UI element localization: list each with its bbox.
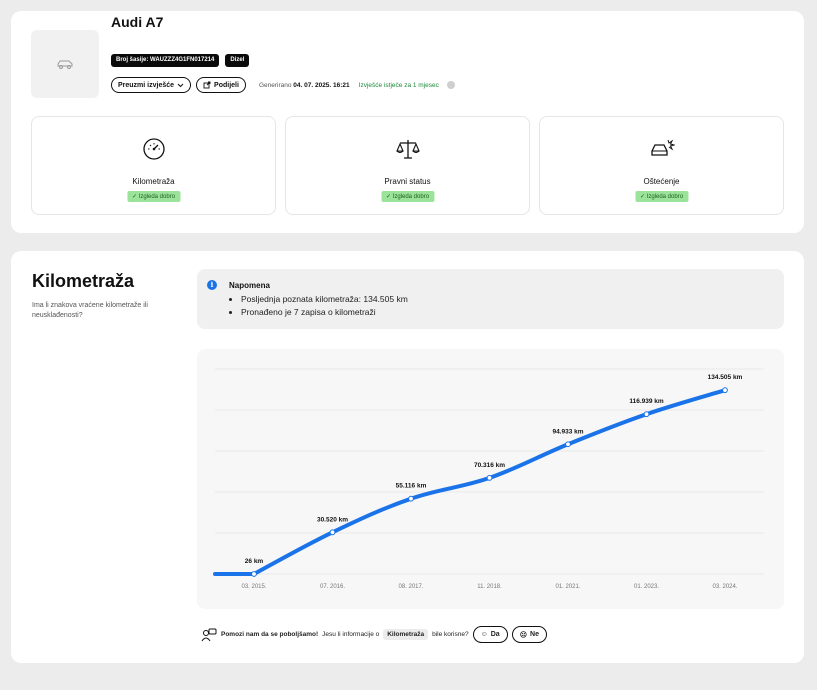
feedback-prompt: Pomozi nam da se poboljšamo! xyxy=(221,631,319,638)
download-report-button[interactable]: Preuzmi izvješće xyxy=(111,77,192,93)
share-button[interactable]: Podijeli xyxy=(196,77,246,93)
generated-prefix: Generirano xyxy=(258,81,292,89)
vin-badge: Broj šasije: WAUZZZ4G1FN017214 xyxy=(111,54,220,67)
series-line xyxy=(213,388,727,576)
feedback-yes-label: Da xyxy=(490,631,500,638)
note-item: Posljednja poznata kilometraža: 134.505 … xyxy=(241,293,408,306)
expiry-text: Izvješće istječe za 1 mjesec xyxy=(358,81,439,89)
stat-label-damage: Oštećenje xyxy=(643,177,680,186)
mileage-section: Kilometraža Ima li znakova vraćene kilom… xyxy=(11,251,804,663)
note-box: i Napomena Posljednja poznata kilometraž… xyxy=(197,269,784,329)
feedback-tag: Kilometraža xyxy=(383,629,429,640)
data-label: 70.316 km xyxy=(474,462,505,469)
note-title: Napomena xyxy=(229,281,270,290)
data-point[interactable] xyxy=(329,529,336,536)
generated-date: 04. 07. 2025. 16:21 xyxy=(293,81,350,89)
data-point[interactable] xyxy=(408,495,414,502)
stat-card-mileage[interactable]: Kilometraža ✓ Izgleda dobro xyxy=(31,116,276,215)
vehicle-title: Audi A7 xyxy=(111,14,164,30)
data-label: 30.520 km xyxy=(317,516,348,523)
section-title: Kilometraža xyxy=(32,271,135,291)
data-point[interactable] xyxy=(565,441,571,448)
feedback-no-label: Ne xyxy=(530,631,539,638)
frown-icon: ☹ xyxy=(519,631,528,639)
data-label: 26 km xyxy=(245,558,264,565)
x-tick-label: 01. 2023. xyxy=(634,584,659,590)
speedometer-icon xyxy=(142,138,165,160)
note-list: Posljednja poznata kilometraža: 134.505 … xyxy=(241,293,408,319)
data-label: 134.505 km xyxy=(708,374,743,381)
download-report-label: Preuzmi izvješće xyxy=(118,81,175,89)
data-point[interactable] xyxy=(486,475,493,481)
x-tick-label: 11. 2018. xyxy=(477,584,502,590)
stat-card-damage[interactable]: Oštećenje ✓ Izgleda dobro xyxy=(539,116,784,215)
stat-label-mileage: Kilometraža xyxy=(132,177,175,186)
report-header-card: Audi A7 Broj šasije: WAUZZZ4G1FN017214 D… xyxy=(11,11,804,233)
data-label: 55.116 km xyxy=(396,483,427,490)
stat-label-legal: Pravni status xyxy=(384,177,431,186)
x-tick-label: 07. 2016. xyxy=(320,584,345,590)
data-point[interactable] xyxy=(643,411,650,418)
car-crash-icon xyxy=(650,139,675,156)
scales-icon xyxy=(395,140,420,159)
x-tick-label: 08. 2017. xyxy=(398,584,423,590)
data-label: 116.939 km xyxy=(629,398,664,405)
x-tick-label: 01. 2021. xyxy=(555,584,580,590)
mileage-chart-svg: 26 km 03. 2015. 30.520 km 07. 2016. 55.116 k… xyxy=(213,368,764,590)
feedback-question-prefix: Jesu li informacije o xyxy=(322,631,380,638)
data-label: 94.933 km xyxy=(552,428,583,435)
car-thumbnail xyxy=(31,30,99,98)
fuel-badge: Dizel xyxy=(225,54,250,67)
note-item: Pronađeno je 7 zapisa o kilometraži xyxy=(241,306,408,319)
share-icon xyxy=(203,81,211,89)
info-icon: i xyxy=(207,280,217,290)
feedback-question-suffix: bile korisne? xyxy=(432,631,469,638)
status-badge: ✓ Izgleda dobro xyxy=(634,191,689,202)
data-point[interactable] xyxy=(722,387,728,394)
feedback-icon xyxy=(201,628,217,641)
chevron-down-icon xyxy=(177,83,184,87)
x-tick-label: 03. 2015. xyxy=(241,584,266,590)
data-point[interactable] xyxy=(251,571,257,577)
stat-card-legal[interactable]: Pravni status ✓ Izgleda dobro xyxy=(285,116,530,215)
car-icon xyxy=(57,60,73,69)
feedback-yes-button[interactable]: ☺ Da xyxy=(472,626,508,643)
generated-info: Generirano 04. 07. 2025. 16:21 xyxy=(259,82,350,89)
feedback-no-button[interactable]: ☹ Ne xyxy=(511,626,547,643)
mileage-chart: 26 km 03. 2015. 30.520 km 07. 2016. 55.116 k… xyxy=(197,349,784,609)
info-icon[interactable] xyxy=(446,81,455,89)
feedback-bar: Pomozi nam da se poboljšamo! Jesu li inf… xyxy=(201,626,547,643)
status-badge: ✓ Izgleda dobro xyxy=(126,191,181,202)
share-label: Podijeli xyxy=(214,81,239,89)
section-subtitle: Ima li znakova vraćene kilometraže ili n… xyxy=(32,302,148,319)
status-badge: ✓ Izgleda dobro xyxy=(380,191,435,202)
x-tick-label: 03. 2024. xyxy=(712,584,737,590)
smile-icon: ☺ xyxy=(480,631,488,638)
